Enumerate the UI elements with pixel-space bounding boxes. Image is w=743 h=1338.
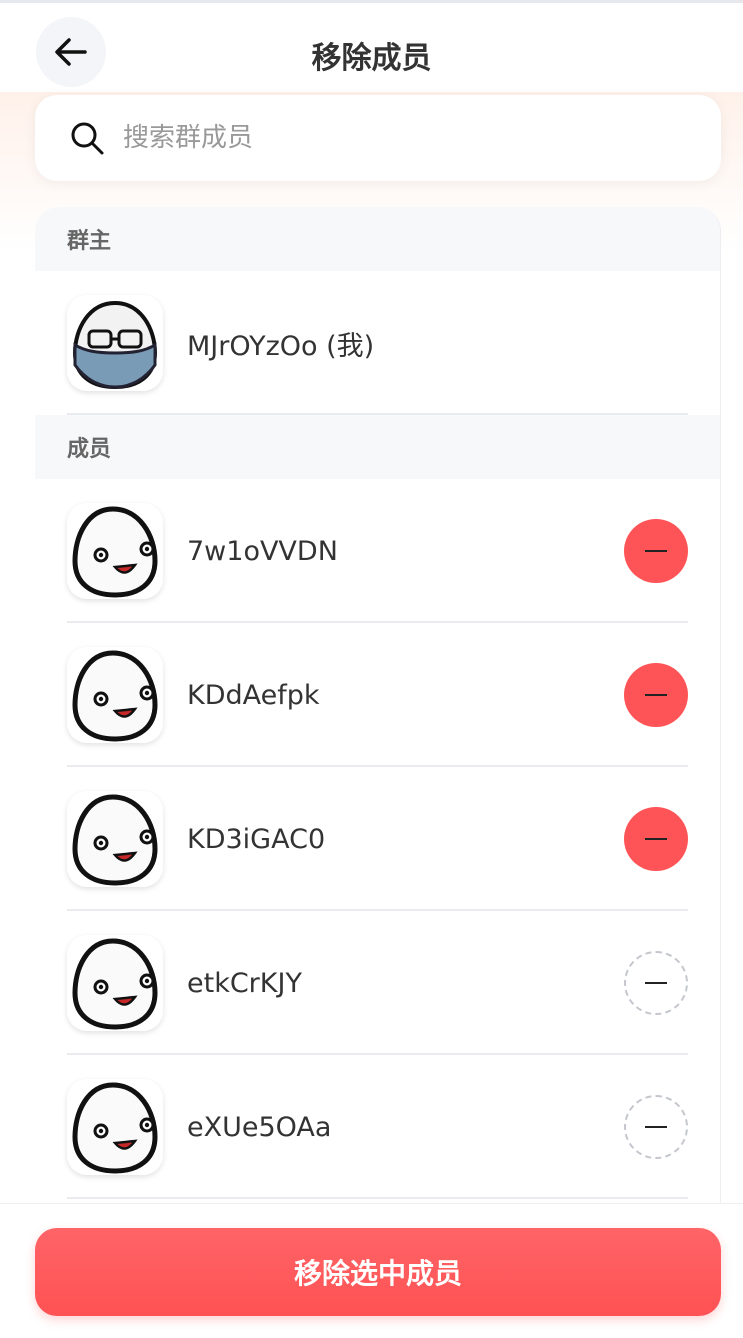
minus-icon — [645, 982, 667, 984]
member-name: KD3iGAC0 — [187, 823, 326, 855]
minus-icon — [645, 550, 667, 552]
remove-member-toggle[interactable] — [624, 663, 688, 727]
search-input[interactable] — [123, 123, 623, 153]
member-row[interactable]: KD3iGAC0 — [35, 767, 720, 911]
top-bar: 移除成员 — [0, 0, 743, 92]
owner-avatar — [67, 295, 163, 391]
member-avatar — [67, 791, 163, 887]
page-title: 移除成员 — [311, 41, 432, 76]
minus-icon — [645, 838, 667, 840]
member-name: 7w1oVVDN — [187, 535, 338, 567]
member-avatar — [67, 1079, 163, 1175]
member-row[interactable]: etkCrKJY — [35, 911, 720, 1055]
section-header-members: 成员 — [35, 415, 720, 479]
owner-name: MJrOYzOo (我) — [187, 330, 375, 362]
owner-row: MJrOYzOo (我) — [35, 271, 720, 415]
member-name: etkCrKJY — [187, 967, 302, 999]
member-row[interactable]: KDdAefpk — [35, 623, 720, 767]
row-divider — [67, 1197, 688, 1199]
member-row[interactable]: 7w1oVVDN — [35, 479, 720, 623]
member-avatar — [67, 647, 163, 743]
minus-icon — [645, 694, 667, 696]
bottom-bar: 移除选中成员 — [0, 1203, 743, 1338]
section-header-owner: 群主 — [35, 207, 720, 271]
remove-member-toggle[interactable] — [624, 951, 688, 1015]
member-name: eXUe5OAa — [187, 1111, 332, 1143]
member-avatar — [67, 503, 163, 599]
remove-member-toggle[interactable] — [624, 1095, 688, 1159]
remove-selected-button[interactable]: 移除选中成员 — [35, 1228, 721, 1316]
search-icon — [69, 120, 105, 156]
member-avatar — [67, 935, 163, 1031]
remove-member-toggle[interactable] — [624, 519, 688, 583]
member-row[interactable]: eXUe5OAa — [35, 1055, 720, 1199]
minus-icon — [645, 1126, 667, 1128]
search-bar[interactable] — [35, 95, 721, 181]
member-name: KDdAefpk — [187, 679, 320, 711]
row-divider — [67, 413, 688, 415]
member-list-card: 群主 MJrOYzOo (我) 成员 7w1oVVDN KDdAefpk KD3… — [35, 207, 721, 1207]
remove-member-toggle[interactable] — [624, 807, 688, 871]
